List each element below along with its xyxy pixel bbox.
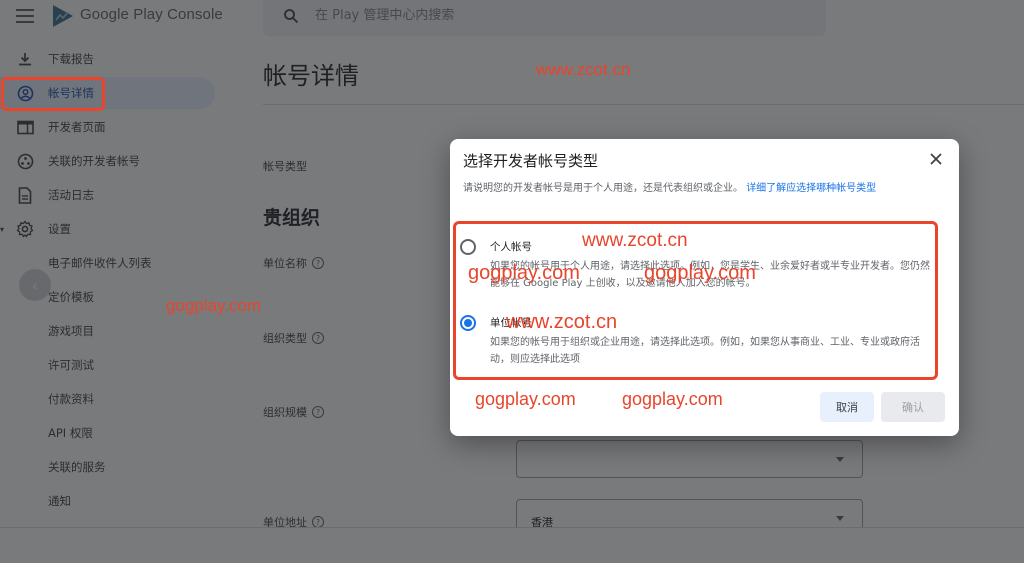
radio-personal-account[interactable] [460, 239, 476, 255]
option-personal-account[interactable]: 个人帐号 如果您的帐号用于个人用途，请选择此选项。例如，您是学生、业余爱好者或半… [460, 239, 930, 299]
learn-more-link[interactable]: 详细了解应选择哪种帐号类型 [746, 183, 876, 194]
annotation-highlight-box [1, 77, 105, 111]
option-organization-account[interactable]: 单位帐号 如果您的帐号用于组织或企业用途，请选择此选项。例如，如果您从事商业、工… [460, 315, 930, 375]
confirm-button[interactable]: 确认 [881, 392, 945, 422]
dialog-description: 请说明您的开发者帐号是用于个人用途，还是代表组织或企业。 详细了解应选择哪种帐号… [463, 183, 877, 194]
close-icon[interactable] [927, 150, 945, 168]
dialog-title: 选择开发者帐号类型 [463, 152, 599, 170]
cancel-button[interactable]: 取消 [820, 392, 874, 422]
option-description: 如果您的帐号用于个人用途，请选择此选项。例如，您是学生、业余爱好者或半专业开发者… [490, 261, 930, 289]
option-label: 单位帐号 [490, 317, 532, 329]
account-type-dialog: 选择开发者帐号类型 请说明您的开发者帐号是用于个人用途，还是代表组织或企业。 详… [450, 139, 959, 436]
option-label: 个人帐号 [490, 241, 532, 253]
radio-organization-account[interactable] [460, 315, 476, 331]
option-description: 如果您的帐号用于组织或企业用途，请选择此选项。例如，如果您从事商业、工业、专业或… [490, 337, 920, 365]
